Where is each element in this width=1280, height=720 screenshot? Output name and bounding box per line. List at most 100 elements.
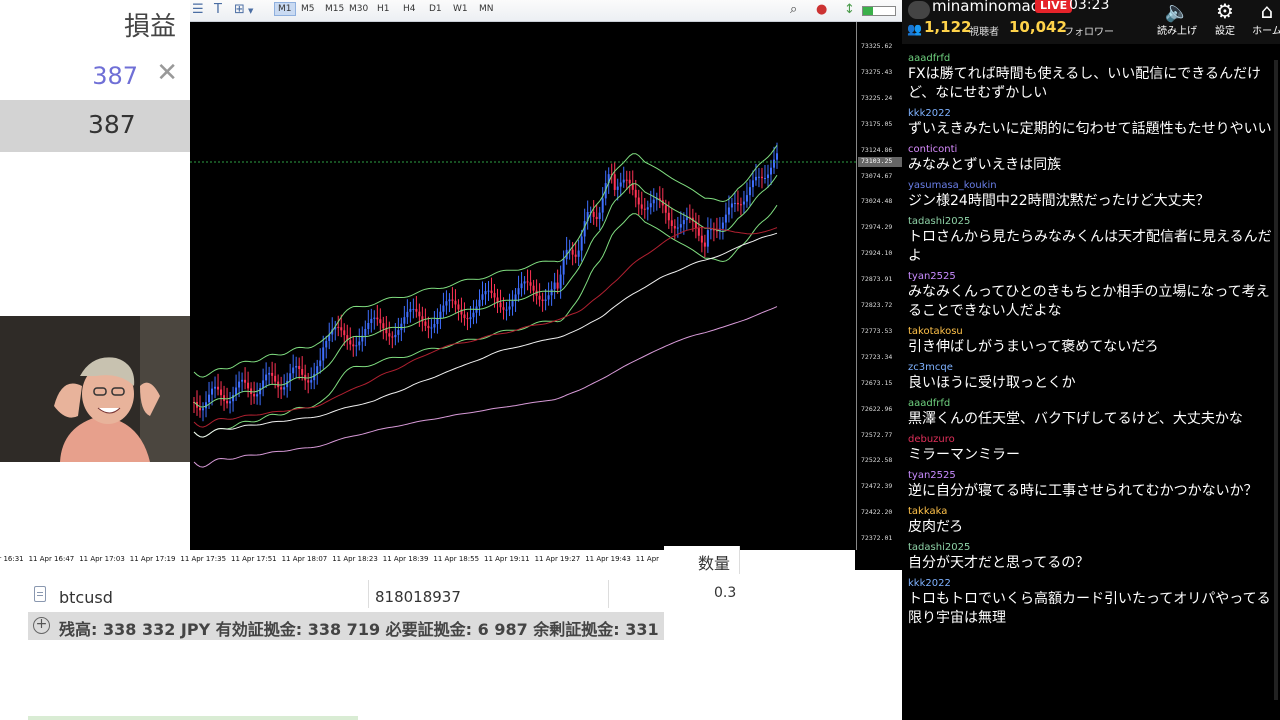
chat-message[interactable]: tadashi2025 自分が天才だと思ってるの？ [908,541,1274,573]
candle-body [268,372,271,375]
streamer-avatar[interactable] [908,1,930,19]
candle-body [706,230,709,247]
list-icon[interactable]: ☰ [192,2,204,17]
chat-message[interactable]: kkk2022 ずいえきみたいに定期的に匂わせて話題性もたせりやいい [908,107,1274,139]
read-aloud-button[interactable]: 🔈 読み上げ [1152,0,1202,40]
candle-body [748,187,751,196]
candle-body [754,176,757,181]
chat-text: ずいえきみたいに定期的に匂わせて話題性もたせりやいい [908,121,1272,137]
chat-username[interactable]: takotakosu [908,325,1274,338]
chat-username[interactable]: tyan2525 [908,469,1274,482]
candle-body [397,330,400,335]
candle-body [682,220,685,225]
candle-body [394,334,397,338]
chat-message[interactable]: takotakosu 引き伸ばしがうまいって褒めてないだろ [908,325,1274,357]
position-row[interactable]: btcusd 818018937 0.3 [28,580,740,608]
chat-username[interactable]: yasumasa_koukin [908,179,1274,192]
chat-message-list[interactable]: aaadfrfd FXは勝てれば時間も使えるし、いい配信にできるんだけど、なにせむ… [908,52,1274,720]
timeframe-w1-button[interactable]: W1 [450,3,471,15]
chat-username[interactable]: tadashi2025 [908,541,1274,554]
chat-message[interactable]: zc3mcqe 良いほうに受け取っとくか [908,361,1274,393]
candle-body [391,336,394,338]
price-tick-label: 72924.10 [861,249,893,258]
quantity-column-header[interactable]: 数量 [664,546,740,574]
candle-body [484,291,487,295]
chevron-down-icon[interactable]: ▼ [248,7,253,15]
candle-body [652,199,655,204]
candle-body [406,311,409,318]
candle-body [220,389,223,396]
price-tick-label: 72873.91 [861,275,893,284]
candle-body [313,373,316,381]
candlestick-chart[interactable] [190,22,856,550]
chat-username[interactable]: conticonti [908,143,1274,156]
home-button[interactable]: ⌂ ホーム [1242,0,1280,40]
shapes-icon[interactable]: ⊞ [234,2,245,17]
candle-body [574,254,577,257]
chat-message[interactable]: tadashi2025 トロさんから見たらみなみくんは天才配信者に見えるんだよ [908,215,1274,266]
timeframe-m15-button[interactable]: M15 [322,3,347,15]
live-badge: LIVE [1035,0,1073,13]
chat-username[interactable]: kkk2022 [908,577,1274,590]
profit-loss-row[interactable]: 387 ✕ [0,56,190,98]
chat-username[interactable]: kkk2022 [908,107,1274,120]
candle-body [280,387,283,390]
candle-body [307,380,310,383]
chat-message[interactable]: aaadfrfd 黒澤くんの任天堂、バク下げしてるけど、大丈夫かな [908,397,1274,429]
candle-body [619,182,622,187]
price-tick-label: 72723.34 [861,352,893,361]
candle-body [769,167,772,175]
candle-body [418,311,421,317]
chat-message[interactable]: debuzuro ミラーマンミラー [908,433,1274,465]
chat-message[interactable]: conticonti みなみとずいえきは同族 [908,143,1274,175]
chat-username[interactable]: debuzuro [908,433,1274,446]
webcam-video [0,316,192,462]
close-icon[interactable]: ✕ [156,58,178,88]
streamer-name[interactable]: minaminomao [932,0,1040,15]
chat-username[interactable]: aaadfrfd [908,397,1274,410]
candle-body [370,318,373,323]
candle-body [238,381,241,388]
search-icon[interactable]: ⌕ [790,2,797,17]
candle-body [298,365,301,370]
chat-message[interactable]: aaadfrfd FXは勝てれば時間も使えるし、いい配信にできるんだけど、なにせむ… [908,52,1274,103]
chat-message[interactable]: tyan2525 逆に自分が寝てる時に工事させられてむかつかないか？ [908,469,1274,501]
chat-text: トロもトロでいくら高額カード引いたってオリパやってる限り宇宙は無理 [908,591,1271,626]
chat-username[interactable]: tyan2525 [908,270,1274,283]
account-balance-bar[interactable]: + 残高: 338 332 JPY 有効証拠金: 338 719 必要証拠金: … [28,612,902,640]
timeframe-m1-button[interactable]: M1 [274,2,296,16]
chat-message[interactable]: tyan2525 みなみくんってひとのきもちとか相手の立場になって考えることできな… [908,270,1274,321]
price-tick-label: 72572.77 [861,430,893,439]
candle-body [430,327,433,329]
chat-scrollbar[interactable] [1274,60,1278,700]
expand-plus-icon[interactable]: + [33,617,50,634]
candle-body [493,293,496,298]
profit-loss-selected-row[interactable]: 387 [0,100,190,152]
chat-username[interactable]: tadashi2025 [908,215,1274,228]
text-tool-icon[interactable]: T [214,2,222,17]
candle-body [319,360,322,367]
chat-username[interactable]: zc3mcqe [908,361,1274,374]
timeframe-d1-button[interactable]: D1 [426,3,445,15]
chat-message[interactable]: kkk2022 トロもトロでいくら高額カード引いたってオリパやってる限り宇宙は無理 [908,577,1274,628]
chat-message[interactable]: takkaka 皮肉だろ [908,505,1274,537]
speaker-icon: 🔈 [1164,0,1190,23]
timeframe-mn-button[interactable]: MN [476,3,497,15]
timeframe-h1-button[interactable]: H1 [374,3,393,15]
notification-icon[interactable]: ● [816,2,827,17]
signal-icon[interactable]: ↕ [844,2,855,17]
timeframe-m30-button[interactable]: M30 [346,3,371,15]
chat-username[interactable]: aaadfrfd [908,52,1274,65]
chat-text: ジン様24時間中22時間沈黙だったけど大丈夫？ [908,193,1210,209]
timeframe-m5-button[interactable]: M5 [298,3,318,15]
timeframe-h4-button[interactable]: H4 [400,3,419,15]
candle-body [502,307,505,310]
chat-username[interactable]: takkaka [908,505,1274,518]
candle-body [217,386,220,390]
horizontal-scrollbar[interactable] [28,716,358,720]
chat-message[interactable]: yasumasa_koukin ジン様24時間中22時間沈黙だったけど大丈夫？ [908,179,1274,211]
time-tick-label: 11 Apr 18:55 [433,555,480,563]
candle-body [751,180,754,188]
connection-bar [862,6,896,16]
candle-body [529,282,532,286]
